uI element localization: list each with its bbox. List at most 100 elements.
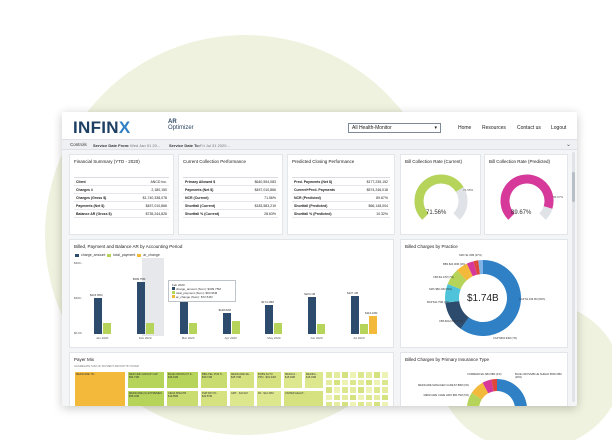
top-bar: INFINX AR Optimizer All Health-Monitor ▾ H… xyxy=(62,112,577,139)
treemap-cell[interactable]: MEDICARE (S) EXTREMES $55.02M xyxy=(127,390,165,406)
treemap-cell-small[interactable] xyxy=(373,378,381,387)
bar-charge_amount[interactable] xyxy=(308,296,317,334)
gauge-predicted-panel: Bill Collection Rate (Predicted) 89.67% … xyxy=(484,154,568,235)
logo[interactable]: INFINX xyxy=(73,118,131,138)
treemap-cell-small[interactable] xyxy=(373,371,381,379)
bar-total_payment[interactable] xyxy=(231,321,240,334)
treemap-cell-small[interactable] xyxy=(341,393,349,402)
treemap-cell-small[interactable] xyxy=(357,386,365,394)
donut-label: SMC $1.33M (27%) xyxy=(459,254,482,257)
nav-logout[interactable]: Logout xyxy=(551,125,566,131)
legend-label[interactable]: total_payment xyxy=(113,253,135,257)
treemap-cell[interactable]: BCBS AUTO PPO.. $19.04M xyxy=(256,371,282,389)
predicted-closing-panel: Predicted Closing Performance Pred. Paym… xyxy=(287,154,395,235)
nav-resources[interactable]: Resources xyxy=(482,125,506,131)
treemap-cell[interactable]: MEDICARE SE.. $25.79M xyxy=(229,371,255,389)
treemap-cell[interactable]: UNITED HEALT... xyxy=(283,390,324,406)
treemap-cell-small[interactable] xyxy=(365,401,373,406)
treemap-cell-small[interactable] xyxy=(357,393,365,402)
treemap-cell-small[interactable] xyxy=(341,386,349,394)
table-row: Charges # 2,180,150 xyxy=(74,186,169,194)
panel-title: Billed, Payment and Balance AR by Accoun… xyxy=(74,244,183,249)
treemap-cell-small[interactable] xyxy=(325,401,333,406)
bar-total_payment[interactable] xyxy=(145,323,154,334)
treemap-cell-small[interactable] xyxy=(373,401,381,406)
treemap-cell-small[interactable] xyxy=(333,386,341,394)
nav-home[interactable]: Home xyxy=(458,125,471,131)
treemap-cell-small[interactable] xyxy=(365,393,373,402)
treemap-cell[interactable]: PA.. $12.43M xyxy=(256,390,282,406)
treemap-cell[interactable]: PHP PAY PL. $42.87M xyxy=(200,390,228,406)
treemap-cell-small[interactable] xyxy=(381,386,389,394)
legend-swatch xyxy=(107,253,112,257)
bar-charge_amount[interactable] xyxy=(222,312,231,334)
nav-contact[interactable]: Contact us xyxy=(517,125,541,131)
treemap-cell-small[interactable] xyxy=(349,386,357,394)
bar-total_payment[interactable] xyxy=(274,322,283,334)
donut-label: CGP $502.94M (7%) xyxy=(493,337,518,340)
bar-charge_amount[interactable] xyxy=(94,298,102,334)
treemap-cell-small[interactable] xyxy=(325,393,333,402)
treemap-cell-small[interactable] xyxy=(373,393,381,402)
treemap-cell-small[interactable] xyxy=(381,371,389,379)
treemap-cell-small[interactable] xyxy=(325,371,333,379)
x-tick: Jun 2020 xyxy=(310,336,323,340)
bar-charge_amount[interactable] xyxy=(351,296,360,334)
to-label: Service Date To: xyxy=(169,143,201,148)
treemap-cell[interactable]: BLUE CROSS NY S.. $46.94M xyxy=(166,371,199,389)
health-monitor-select[interactable]: All Health-Monitor ▾ xyxy=(348,123,441,133)
treemap-cell[interactable]: MED HMO GROUP CAP $54.73M xyxy=(127,371,165,389)
treemap-cell-small[interactable] xyxy=(381,393,389,402)
legend-swatch xyxy=(75,253,79,257)
legend-label[interactable]: ar_change xyxy=(143,253,160,257)
treemap-cell[interactable]: MEDICARE TR... xyxy=(74,371,126,406)
treemap-cell-small[interactable] xyxy=(373,386,381,394)
treemap-cell-small[interactable] xyxy=(365,371,373,379)
treemap-cell-small[interactable] xyxy=(365,378,373,387)
treemap-cell[interactable]: BBG PEL PCR S... $30.74M xyxy=(200,371,228,389)
treemap-cell-small[interactable] xyxy=(333,371,341,379)
y-tick: $200... xyxy=(74,296,84,300)
treemap-cell-small[interactable] xyxy=(349,393,357,402)
treemap-cell-small[interactable] xyxy=(349,371,357,379)
treemap-cell-small[interactable] xyxy=(357,401,365,406)
chevron-down-icon[interactable]: ⌄ xyxy=(566,141,571,148)
bar-total_payment[interactable] xyxy=(103,323,111,334)
treemap-cell-small[interactable] xyxy=(333,378,341,387)
treemap-cell-small[interactable] xyxy=(341,401,349,406)
treemap-cell[interactable]: AMT... $13.1M xyxy=(229,390,255,406)
to-date-field[interactable]: Fri Jul 31 2020... xyxy=(200,143,230,148)
bar-charge_amount[interactable] xyxy=(265,305,274,334)
bar-total_payment[interactable] xyxy=(188,323,197,334)
legend-label[interactable]: charge_amount xyxy=(81,253,105,257)
treemap-cell-small[interactable] xyxy=(349,401,357,406)
treemap-cell-small[interactable] xyxy=(341,371,349,379)
treemap-cell-small[interactable] xyxy=(381,401,389,406)
treemap-cell-small[interactable] xyxy=(365,386,373,394)
treemap-cell-small[interactable] xyxy=(341,378,349,387)
treemap-cell-small[interactable] xyxy=(325,386,333,394)
bar-ar_change[interactable] xyxy=(369,315,378,334)
treemap-cell-small[interactable] xyxy=(357,378,365,387)
tooltip-swatch xyxy=(172,291,175,294)
treemap-cell-small[interactable] xyxy=(357,371,365,379)
from-date-field[interactable]: Wed Jan 01 20... xyxy=(130,143,160,148)
treemap-cell[interactable]: MEDIFA... $15.03M xyxy=(304,371,324,389)
donut-slice[interactable] xyxy=(497,379,527,406)
treemap-cell-small[interactable] xyxy=(333,401,341,406)
treemap-cell-small[interactable] xyxy=(325,378,333,387)
logo-x: X xyxy=(118,118,131,137)
treemap-cell[interactable]: MEDICA... $15.93M xyxy=(283,371,303,389)
scrollbar-thumb[interactable] xyxy=(572,172,575,202)
treemap-cell[interactable]: CENA SPECTR $19.89M xyxy=(166,390,199,406)
table-row: Current+Pred. Payments $574,246,018 xyxy=(292,186,390,194)
treemap-cell-small[interactable] xyxy=(333,393,341,402)
treemap-cell-small[interactable] xyxy=(349,378,357,387)
logo-text: INFIN xyxy=(73,118,119,137)
bar-charge_amount[interactable] xyxy=(136,282,145,334)
bar-total_payment[interactable] xyxy=(317,324,326,334)
x-tick: Mar 2020 xyxy=(181,336,195,340)
bar-total_payment[interactable] xyxy=(360,324,369,334)
gauge-current-panel: Bill Collection Rate (Current) 71.56% 71… xyxy=(400,154,481,235)
treemap-cell-small[interactable] xyxy=(381,378,389,387)
